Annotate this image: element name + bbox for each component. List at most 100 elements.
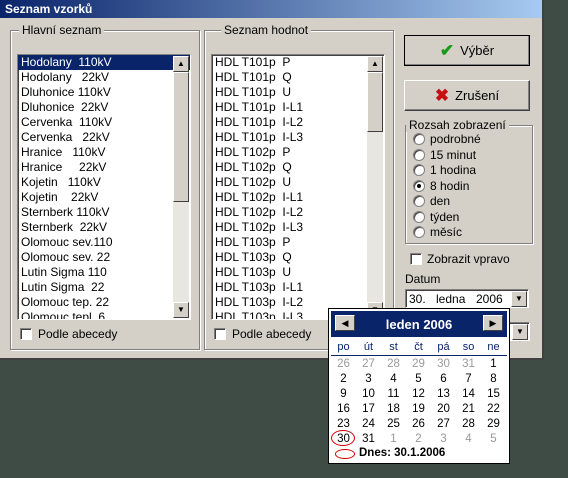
calendar-day[interactable]: 15 bbox=[481, 387, 506, 401]
calendar-day[interactable]: 31 bbox=[356, 432, 381, 446]
date-combo[interactable]: 30. ledna 2006 ▼ bbox=[405, 289, 529, 308]
calendar-day[interactable]: 13 bbox=[431, 387, 456, 401]
calendar-day[interactable]: 27 bbox=[431, 417, 456, 431]
value-list-scrollbar[interactable]: ▲ ▼ bbox=[367, 56, 383, 318]
partial-combo[interactable]: ▼ bbox=[508, 322, 530, 341]
list-item[interactable]: HDL T102p I-L1 bbox=[212, 190, 384, 205]
range-radio[interactable] bbox=[413, 133, 425, 145]
calendar-day[interactable]: 20 bbox=[431, 402, 456, 416]
list-item[interactable]: HDL T101p I-L1 bbox=[212, 100, 384, 115]
value-list[interactable]: HDL T101p P HDL T101p Q HDL T101p U HDL T10… bbox=[211, 54, 385, 320]
list-item[interactable]: Olomouc sev. 22 bbox=[18, 250, 190, 265]
range-radio[interactable] bbox=[413, 195, 425, 207]
list-item[interactable]: HDL T103p I-L1 bbox=[212, 280, 384, 295]
list-item[interactable]: HDL T102p I-L3 bbox=[212, 220, 384, 235]
list-item[interactable]: Hodolany 22kV bbox=[18, 70, 190, 85]
list-item[interactable]: Sternberk 110kV bbox=[18, 205, 190, 220]
today-marker-icon[interactable] bbox=[335, 449, 355, 459]
date-month[interactable]: ledna bbox=[436, 291, 465, 307]
calendar-day[interactable]: 5 bbox=[406, 372, 431, 386]
list-item[interactable]: HDL T101p I-L3 bbox=[212, 130, 384, 145]
calendar-day[interactable]: 11 bbox=[381, 387, 406, 401]
calendar-day[interactable]: 9 bbox=[331, 387, 356, 401]
calendar-day[interactable]: 4 bbox=[456, 432, 481, 446]
list-item[interactable]: Dluhonice 22kV bbox=[18, 100, 190, 115]
calendar-day[interactable]: 23 bbox=[331, 417, 356, 431]
list-item[interactable]: HDL T102p Q bbox=[212, 160, 384, 175]
calendar-day[interactable]: 27 bbox=[356, 357, 381, 371]
calendar-day[interactable]: 3 bbox=[431, 432, 456, 446]
calendar-day[interactable]: 6 bbox=[431, 372, 456, 386]
calendar-day[interactable]: 22 bbox=[481, 402, 506, 416]
main-list[interactable]: Hodolany 110kV Hodolany 22kV Dluhonice 110… bbox=[17, 54, 191, 320]
list-item[interactable]: Kojetin 22kV bbox=[18, 190, 190, 205]
list-item[interactable]: HDL T101p P bbox=[212, 55, 384, 70]
date-day[interactable]: 30. bbox=[409, 291, 426, 307]
calendar-day[interactable]: 18 bbox=[381, 402, 406, 416]
calendar-day[interactable]: 29 bbox=[406, 357, 431, 371]
main-sort-checkbox[interactable] bbox=[20, 328, 32, 340]
calendar-day[interactable]: 5 bbox=[481, 432, 506, 446]
calendar-day[interactable]: 31 bbox=[456, 357, 481, 371]
range-radio[interactable] bbox=[413, 179, 425, 192]
calendar-day[interactable]: 21 bbox=[456, 402, 481, 416]
scroll-up-icon[interactable]: ▲ bbox=[173, 56, 189, 72]
scroll-thumb[interactable] bbox=[173, 72, 189, 202]
calendar-day[interactable]: 17 bbox=[356, 402, 381, 416]
list-item[interactable]: HDL T103p P bbox=[212, 235, 384, 250]
calendar-day[interactable]: 19 bbox=[406, 402, 431, 416]
calendar-day[interactable]: 12 bbox=[406, 387, 431, 401]
show-right-checkbox[interactable] bbox=[410, 253, 422, 265]
range-radio[interactable] bbox=[413, 226, 425, 238]
range-radio[interactable] bbox=[413, 164, 425, 176]
list-item[interactable]: Hodolany 110kV bbox=[18, 55, 190, 70]
today-link[interactable]: Dnes: 30.1.2006 bbox=[359, 447, 445, 459]
range-radio[interactable] bbox=[413, 148, 425, 161]
calendar-day[interactable]: 26 bbox=[406, 417, 431, 431]
scroll-thumb[interactable] bbox=[367, 72, 383, 132]
calendar-day[interactable]: 16 bbox=[331, 402, 356, 416]
calendar-day[interactable]: 1 bbox=[381, 432, 406, 446]
calendar-day[interactable]: 24 bbox=[356, 417, 381, 431]
calendar-day[interactable]: 2 bbox=[331, 372, 356, 386]
calendar-day[interactable]: 25 bbox=[381, 417, 406, 431]
scroll-down-icon[interactable]: ▼ bbox=[173, 302, 189, 318]
chevron-down-icon[interactable]: ▼ bbox=[512, 324, 528, 340]
calendar-day[interactable]: 30 bbox=[431, 357, 456, 371]
list-item[interactable]: Sternberk 22kV bbox=[18, 220, 190, 235]
calendar-day[interactable]: 10 bbox=[356, 387, 381, 401]
chevron-down-icon[interactable]: ▼ bbox=[511, 291, 527, 307]
calendar-day[interactable]: 1 bbox=[481, 357, 506, 371]
list-item[interactable]: HDL T102p U bbox=[212, 175, 384, 190]
cancel-button[interactable]: ✖ Zrušení bbox=[404, 80, 530, 111]
main-list-scrollbar[interactable]: ▲ ▼ bbox=[173, 56, 189, 318]
calendar-day[interactable]: 3 bbox=[356, 372, 381, 386]
prev-month-icon[interactable]: ◀ bbox=[335, 315, 355, 331]
list-item[interactable]: HDL T101p U bbox=[212, 85, 384, 100]
list-item[interactable]: Olomouc tep. 22 bbox=[18, 295, 190, 310]
list-item[interactable]: Dluhonice 110kV bbox=[18, 85, 190, 100]
calendar-day[interactable]: 29 bbox=[481, 417, 506, 431]
calendar-day[interactable]: 28 bbox=[381, 357, 406, 371]
list-item[interactable]: Kojetin 110kV bbox=[18, 175, 190, 190]
list-item[interactable]: Lutin Sigma 110 bbox=[18, 265, 190, 280]
calendar-day[interactable]: 7 bbox=[456, 372, 481, 386]
list-item[interactable]: HDL T102p I-L2 bbox=[212, 205, 384, 220]
list-item[interactable]: HDL T103p U bbox=[212, 265, 384, 280]
scroll-up-icon[interactable]: ▲ bbox=[367, 56, 383, 72]
calendar-day[interactable]: 8 bbox=[481, 372, 506, 386]
range-radio[interactable] bbox=[413, 210, 425, 223]
select-button[interactable]: ✔ Výběr bbox=[404, 35, 530, 66]
list-item[interactable]: HDL T101p Q bbox=[212, 70, 384, 85]
calendar-day[interactable]: 2 bbox=[406, 432, 431, 446]
calendar-day[interactable]: 28 bbox=[456, 417, 481, 431]
list-item[interactable]: HDL T103p Q bbox=[212, 250, 384, 265]
list-item[interactable]: Olomouc sev.110 bbox=[18, 235, 190, 250]
calendar-day[interactable]: 26 bbox=[331, 357, 356, 371]
list-item[interactable]: Cervenka 110kV bbox=[18, 115, 190, 130]
next-month-icon[interactable]: ▶ bbox=[483, 315, 503, 331]
calendar-day[interactable]: 14 bbox=[456, 387, 481, 401]
list-item[interactable]: Hranice 22kV bbox=[18, 160, 190, 175]
list-item[interactable]: Olomouc tepl. 6 bbox=[18, 310, 190, 319]
list-item[interactable]: HDL T102p P bbox=[212, 145, 384, 160]
